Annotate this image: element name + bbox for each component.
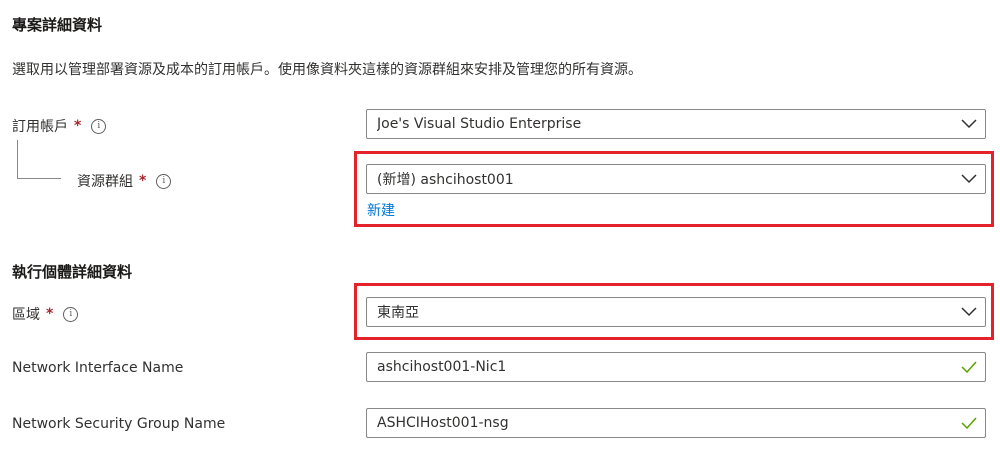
resource-group-label-group: 資源群組 * i: [77, 171, 172, 191]
nic-name-input[interactable]: ashcihost001-Nic1: [366, 352, 986, 382]
project-details-heading: 專案詳細資料: [12, 16, 103, 34]
nsg-name-input[interactable]: ASHCIHost001-nsg: [366, 408, 986, 438]
instance-details-heading: 執行個體詳細資料: [12, 263, 133, 281]
create-new-resource-group-link[interactable]: 新建: [367, 200, 395, 220]
chevron-down-icon[interactable]: [953, 165, 985, 193]
required-marker: *: [74, 118, 82, 134]
subscription-dropdown[interactable]: Joe's Visual Studio Enterprise: [366, 109, 986, 139]
checkmark-icon: [953, 353, 985, 381]
required-marker: *: [139, 173, 147, 189]
subscription-label: 訂用帳戶: [12, 119, 68, 135]
nic-name-value: ashcihost001-Nic1: [377, 359, 507, 375]
resource-group-label: 資源群組: [77, 174, 133, 190]
info-icon[interactable]: i: [63, 306, 79, 322]
tree-connector-horizontal: [17, 178, 61, 179]
chevron-down-icon[interactable]: [953, 298, 985, 326]
region-label-group: 區域 * i: [12, 304, 79, 324]
region-value: 東南亞: [377, 305, 419, 321]
region-label: 區域: [12, 307, 40, 323]
nsg-label: Network Security Group Name: [12, 416, 226, 432]
subscription-label-group: 訂用帳戶 * i: [12, 116, 107, 136]
info-icon[interactable]: i: [91, 118, 107, 134]
tree-connector-vertical: [17, 140, 18, 178]
subscription-value: Joe's Visual Studio Enterprise: [377, 116, 582, 132]
checkmark-icon: [953, 409, 985, 437]
nsg-name-value: ASHCIHost001-nsg: [377, 415, 509, 431]
nic-label: Network Interface Name: [12, 360, 184, 376]
project-details-description: 選取用以管理部署資源及成本的訂用帳戶。使用像資料夾這樣的資源群組來安排及管理您的…: [12, 62, 642, 78]
info-icon[interactable]: i: [156, 173, 172, 189]
region-dropdown[interactable]: 東南亞: [366, 297, 986, 327]
required-marker: *: [46, 306, 54, 322]
resource-group-value: (新增) ashcihost001: [377, 172, 514, 188]
chevron-down-icon[interactable]: [953, 110, 985, 138]
resource-group-dropdown[interactable]: (新增) ashcihost001: [366, 164, 986, 194]
